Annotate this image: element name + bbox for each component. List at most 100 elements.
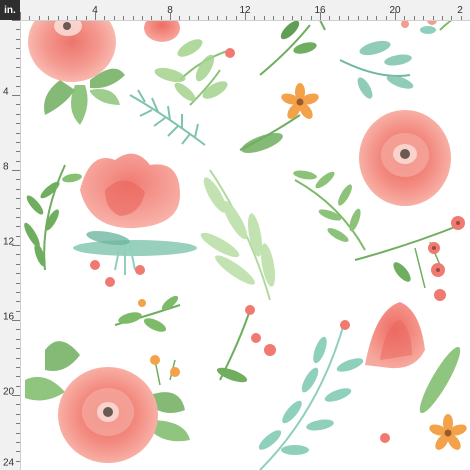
ruler-tick <box>151 16 153 20</box>
ruler-tick <box>441 16 443 20</box>
ruler-tick <box>141 16 143 20</box>
ruler-tick <box>16 273 20 275</box>
ruler-tick <box>207 16 209 20</box>
ruler-tick <box>216 16 218 20</box>
pink-blossom-sprig <box>216 305 276 383</box>
ruler-tick <box>16 216 20 218</box>
left-ruler-label: 4 <box>3 86 9 98</box>
ruler-tick <box>16 413 20 415</box>
rose-top-left <box>28 20 125 125</box>
ruler-tick <box>16 151 20 153</box>
rose-top-center <box>144 20 180 42</box>
ruler-tick <box>432 16 434 20</box>
ruler-tick <box>16 451 20 453</box>
ruler-tick <box>16 113 20 115</box>
ruler-tick <box>85 16 87 20</box>
ruler-tick <box>16 263 20 265</box>
unit-label: in. <box>0 0 20 20</box>
ruler-tick <box>16 357 20 359</box>
ruler-tick <box>16 310 20 312</box>
ruler-tick <box>16 226 20 228</box>
ruler-tick <box>357 16 359 20</box>
ruler-tick <box>170 12 171 20</box>
leaf-bottom-right <box>419 346 467 450</box>
ruler-tick <box>395 12 396 20</box>
ruler-tick <box>38 16 40 20</box>
ruler-tick <box>310 16 312 20</box>
ruler-tick <box>348 16 350 20</box>
ruler-tick <box>16 385 20 387</box>
green-sprig-left <box>24 164 82 271</box>
ruler-tick <box>12 170 20 171</box>
green-sprig-mid-right <box>293 170 366 251</box>
ruler-tick <box>16 338 20 340</box>
ruler-tick <box>12 395 20 396</box>
ruler-tick <box>20 12 21 20</box>
ruler-tick <box>16 423 20 425</box>
ruler-tick <box>16 38 20 40</box>
ruler-tick <box>12 95 20 96</box>
ruler-tick <box>282 16 284 20</box>
ruler-tick <box>16 160 20 162</box>
ruler-tick <box>16 348 20 350</box>
mint-fern-bottom <box>258 319 390 470</box>
ruler-tick <box>16 301 20 303</box>
ruler-tick <box>16 254 20 256</box>
ruler-tick <box>320 12 321 20</box>
ruler-tick <box>16 48 20 50</box>
rose-bottom-left <box>25 341 190 463</box>
ruler-tick <box>16 432 20 434</box>
ruler-tick <box>57 16 59 20</box>
rose-right <box>359 110 451 206</box>
ruler-tick <box>273 16 275 20</box>
peony-center-left <box>73 153 197 287</box>
ruler-tick <box>12 320 20 321</box>
ruler-tick <box>16 329 20 331</box>
ruler-tick <box>29 16 31 20</box>
ruler-tick <box>160 16 162 20</box>
ruler-tick <box>404 16 406 20</box>
ruler-tick <box>413 16 415 20</box>
ruler-tick <box>16 179 20 181</box>
ruler-tick <box>254 16 256 20</box>
ruler-tick <box>16 123 20 125</box>
ruler-tick <box>301 16 303 20</box>
ruler-tick <box>16 282 20 284</box>
leaf-sprig-top-right <box>259 20 326 76</box>
ruler-tick <box>16 29 20 31</box>
ruler-tick <box>16 366 20 368</box>
ruler-tick <box>76 16 78 20</box>
fabric-preview: in. 4 8 12 16 20 2 4 8 12 16 20 24 <box>0 0 470 470</box>
top-ruler-label: 2 <box>457 5 463 16</box>
ruler-tick <box>16 460 20 462</box>
ruler-tick <box>12 20 20 21</box>
orange-flower-upper <box>239 83 319 153</box>
ruler-tick <box>423 16 425 20</box>
ruler-tick <box>235 16 237 20</box>
ruler-tick <box>338 16 340 20</box>
ruler-tick <box>460 16 462 20</box>
ruler-tick <box>48 16 50 20</box>
ruler-tick <box>291 16 293 20</box>
ruler-tick <box>16 57 20 59</box>
ruler-tick <box>16 235 20 237</box>
left-ruler-label: 8 <box>3 161 9 173</box>
ruler-tick <box>188 16 190 20</box>
ruler-tick <box>16 66 20 68</box>
ruler-tick <box>385 16 387 20</box>
watercolor-floral-pattern <box>24 20 467 470</box>
ruler-tick <box>245 12 246 20</box>
floral-pattern-canvas <box>20 20 470 470</box>
mint-sprig-upper-right <box>339 40 414 99</box>
ruler-tick <box>95 12 96 20</box>
ruler-tick <box>263 16 265 20</box>
ruler-tick <box>16 291 20 293</box>
ruler-tick <box>179 16 181 20</box>
ruler-tick <box>66 16 68 20</box>
ruler-tick <box>226 16 228 20</box>
ruler-tick <box>12 245 20 246</box>
top-ruler: 4 8 12 16 20 2 <box>20 0 470 21</box>
ruler-tick <box>16 376 20 378</box>
blossom-sprig-right <box>354 216 465 301</box>
ruler-tick <box>376 16 378 20</box>
